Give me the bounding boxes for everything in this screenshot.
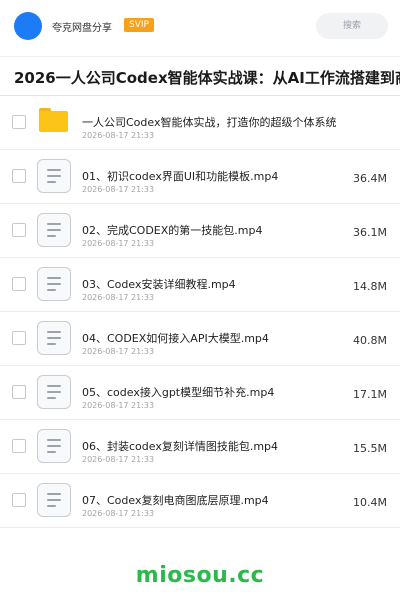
checkbox[interactable] (12, 169, 26, 183)
file-size: 40.8M (353, 334, 387, 347)
username: 夸克网盘分享 (52, 23, 112, 34)
document-icon (37, 321, 71, 355)
file-date: 2026-08-17 21:33 (82, 455, 155, 464)
list-item[interactable]: 06、封装codex复刻详情图技能包.mp4 2026-08-17 21:33 … (0, 420, 400, 474)
file-list: 一人公司Codex智能体实战，打造你的超级个体系统 2026-08-17 21:… (0, 96, 400, 528)
document-icon (37, 159, 71, 193)
avatar[interactable] (14, 12, 42, 40)
file-name: 01、初识codex界面UI和功能模板.mp4 (82, 170, 279, 183)
search-input[interactable]: 搜索 (316, 13, 388, 39)
watermark: miosou.cc (135, 563, 265, 588)
file-size: 17.1M (353, 388, 387, 401)
svip-badge: SVIP (124, 18, 154, 32)
document-icon (37, 429, 71, 463)
file-size: 15.5M (353, 442, 387, 455)
checkbox[interactable] (12, 439, 26, 453)
checkbox[interactable] (12, 277, 26, 291)
list-item[interactable]: 03、Codex安装详细教程.mp4 2026-08-17 21:33 14.8… (0, 258, 400, 312)
document-icon (37, 267, 71, 301)
file-date: 2026-08-17 21:33 (82, 185, 155, 194)
checkbox[interactable] (12, 493, 26, 507)
file-size: 36.1M (353, 226, 387, 239)
file-size: 10.4M (353, 496, 387, 509)
file-size: 36.4M (353, 172, 387, 185)
file-date: 2026-08-17 21:33 (82, 131, 155, 140)
file-date: 2026-08-17 21:33 (82, 401, 155, 410)
list-item[interactable]: 05、codex接入gpt模型细节补充.mp4 2026-08-17 21:33… (0, 366, 400, 420)
list-item[interactable]: 04、CODEX如何接入API大模型.mp4 2026-08-17 21:33 … (0, 312, 400, 366)
file-name: 02、完成CODEX的第一技能包.mp4 (82, 224, 263, 237)
document-icon (37, 483, 71, 517)
checkbox[interactable] (12, 331, 26, 345)
file-name: 04、CODEX如何接入API大模型.mp4 (82, 332, 269, 345)
file-name: 07、Codex复刻电商图底层原理.mp4 (82, 494, 269, 507)
file-name: 06、封装codex复刻详情图技能包.mp4 (82, 440, 279, 453)
checkbox[interactable] (12, 115, 26, 129)
page-title: 2026一人公司Codex智能体实战课：从AI工作流搭建到商业 (14, 69, 400, 87)
list-item[interactable]: 07、Codex复刻电商图底层原理.mp4 2026-08-17 21:33 1… (0, 474, 400, 528)
checkbox[interactable] (12, 385, 26, 399)
file-name: 05、codex接入gpt模型细节补充.mp4 (82, 386, 275, 399)
document-icon (37, 375, 71, 409)
file-name: 一人公司Codex智能体实战，打造你的超级个体系统 (82, 116, 337, 129)
folder-icon (39, 108, 68, 132)
list-item[interactable]: 02、完成CODEX的第一技能包.mp4 2026-08-17 21:33 36… (0, 204, 400, 258)
checkbox[interactable] (12, 223, 26, 237)
file-date: 2026-08-17 21:33 (82, 239, 155, 248)
list-item[interactable]: 一人公司Codex智能体实战，打造你的超级个体系统 2026-08-17 21:… (0, 96, 400, 150)
top-bar: 夸克网盘分享 SVIP 搜索 (0, 0, 400, 52)
list-item[interactable]: 01、初识codex界面UI和功能模板.mp4 2026-08-17 21:33… (0, 150, 400, 204)
file-size: 14.8M (353, 280, 387, 293)
file-date: 2026-08-17 21:33 (82, 293, 155, 302)
document-icon (37, 213, 71, 247)
file-date: 2026-08-17 21:33 (82, 509, 155, 518)
file-date: 2026-08-17 21:33 (82, 347, 155, 356)
file-name: 03、Codex安装详细教程.mp4 (82, 278, 236, 291)
title-bar: 2026一人公司Codex智能体实战课：从AI工作流搭建到商业 (0, 56, 400, 96)
